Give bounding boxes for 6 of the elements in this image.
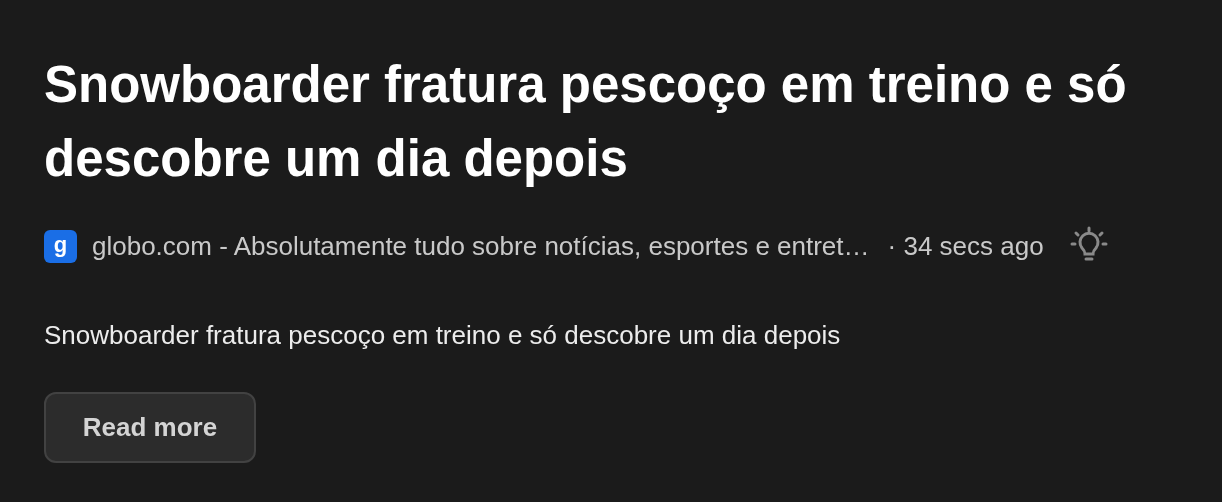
timestamp: · 34 secs ago bbox=[887, 229, 1044, 263]
favicon: g bbox=[44, 229, 77, 263]
source-name: globo.com - Absolutamente tudo sobre notícias, esportes e entret… bbox=[92, 229, 870, 263]
summary-text: Snowboarder fratura pescoço em treino e só descobre um dia depois bbox=[44, 319, 842, 352]
headline: Snowboarder fratura pescoço em treino e só descobre um dia depois bbox=[44, 55, 1128, 189]
read-more-button[interactable]: Read more bbox=[44, 392, 256, 463]
